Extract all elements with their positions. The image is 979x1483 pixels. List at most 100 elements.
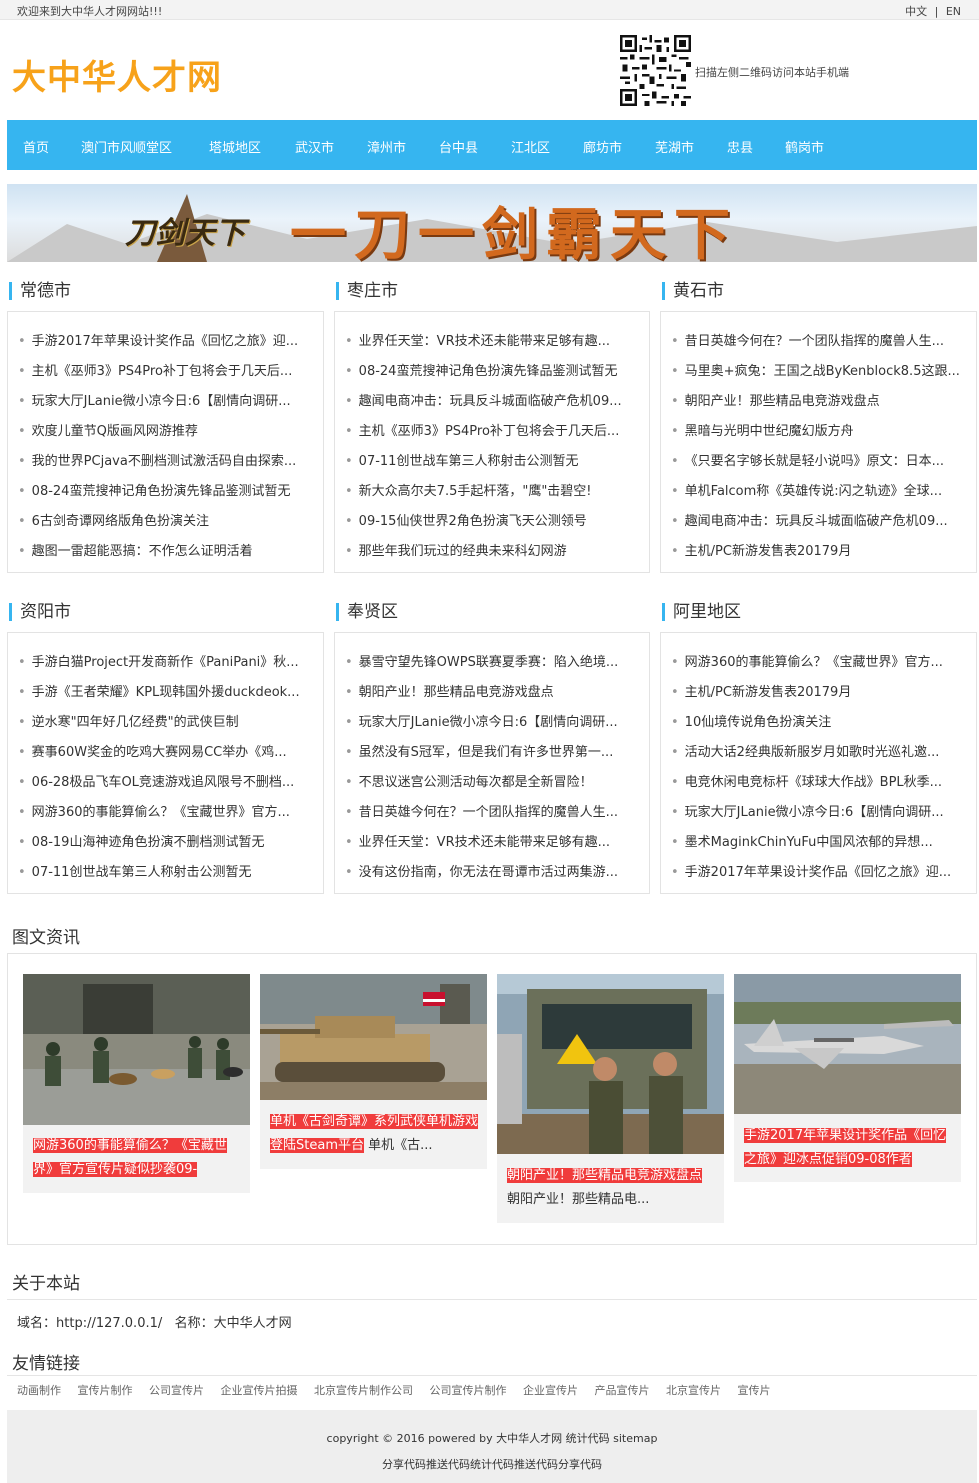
list-item[interactable]: 新大众高尔夫7.5手起杆落，"鹰"击碧空! [345,480,637,499]
section-title-changde[interactable]: 常德市 [9,282,71,300]
list-item[interactable]: 昔日英雄今何在？一个团队指挥的魔兽人生... [671,330,967,349]
list-item[interactable]: 网游360的事能算偷么？《宝藏世界》官方... [671,651,967,670]
nav-item-wuhu[interactable]: 芜湖市 [655,137,694,156]
list-item[interactable]: 那些年我们玩过的经典未来科幻网游 [345,540,637,559]
list-item[interactable]: 09-15仙侠世界2角色扮演飞天公测领号 [345,510,637,529]
lang-cn-link[interactable]: 中文 [905,5,927,18]
top-bar: 欢迎来到大中华人才网网站!!! 中文 | EN [0,0,979,20]
picture-card[interactable]: 单机《古剑奇谭》系列武侠单机游戏登陆Steam平台 单机《古... [260,974,487,1169]
picture-caption-title[interactable]: 网游360的事能算偷么？《宝藏世界》官方宣传片疑似抄袭09- [33,1138,227,1177]
friend-link[interactable]: 宣传片 [738,1384,771,1397]
nav-item-zhangzhou[interactable]: 漳州市 [367,137,406,156]
photo-soldiers-truck-icon [497,974,724,1154]
list-item[interactable]: 主机/PC新游发售表20179月 [671,540,967,559]
list-item[interactable]: 6古剑奇谭网络版角色扮演关注 [18,510,318,529]
list-item[interactable]: 暴雪守望先锋OWPS联赛夏季赛：陷入绝境... [345,651,637,670]
list-item[interactable]: 06-28极品飞车OL竞速游戏追风限号不删档... [18,771,318,790]
qr-code-icon [620,33,691,108]
list-item[interactable]: 欢度儿童节Q版画风网游推荐 [18,420,318,439]
site-logo[interactable]: 大中华人才网 [12,50,222,99]
list-item[interactable]: 《只要名字够长就是轻小说吗》原文：日本... [671,450,967,469]
friend-link[interactable]: 北京宣传片 [666,1384,721,1397]
list-item[interactable]: 业界任天堂：VR技术还未能带来足够有趣... [345,330,637,349]
picture-caption[interactable]: 手游2017年苹果设计奖作品《回忆之旅》迎冰点促销09-08作者 [744,1124,956,1172]
list-item[interactable]: 赛事60W奖金的吃鸡大赛网易CC举办《鸡... [18,741,318,760]
list-item[interactable]: 单机Falcom称《英雄传说:闪之轨迹》全球... [671,480,967,499]
list-item[interactable]: 玩家大厅JLanie微小凉今日:6【剧情向调研... [671,801,967,820]
list-item[interactable]: 手游2017年苹果设计奖作品《回忆之旅》迎... [671,861,967,880]
nav-item-home[interactable]: 首页 [23,137,49,156]
list-item[interactable]: 手游《王者荣耀》KPL现韩国外援duckdeok... [18,681,318,700]
list-item[interactable]: 08-24蛮荒搜神记角色扮演先锋品鉴测试暂无 [18,480,318,499]
list-item[interactable]: 10仙境传说角色扮演关注 [671,711,967,730]
ad-banner[interactable]: 刀剑天下 一刀一剑霸天下 [7,184,977,262]
section-title-fengxian[interactable]: 奉贤区 [336,603,398,621]
list-item[interactable]: 网游360的事能算偷么？《宝藏世界》官方... [18,801,318,820]
list-item[interactable]: 墨术MaginkChinYuFu中国风浓郁的异想... [671,831,967,850]
list-item[interactable]: 手游白猫Project开发商新作《PaniPani》秋... [18,651,318,670]
list-item[interactable]: 08-24蛮荒搜神记角色扮演先锋品鉴测试暂无 [345,360,637,379]
list-item[interactable]: 主机《巫师3》PS4Pro补丁包将会于几天后... [345,420,637,439]
photo-jet-plane-icon [734,974,961,1114]
list-item[interactable]: 玩家大厅JLanie微小凉今日:6【剧情向调研... [18,390,318,409]
picture-caption-summary[interactable]: 朝阳产业！那些精品电... [507,1192,649,1207]
list-item[interactable]: 没有这份指南，你无法在哥谭市活过两集游... [345,861,637,880]
list-item[interactable]: 玩家大厅JLanie微小凉今日:6【剧情向调研... [345,711,637,730]
list-item[interactable]: 电竞休闲电竞标杆《球球大作战》BPL秋季... [671,771,967,790]
lang-separator: | [934,5,939,18]
section-title-zaozhuang[interactable]: 枣庄市 [336,282,398,300]
divider [7,1299,977,1300]
picture-caption[interactable]: 网游360的事能算偷么？《宝藏世界》官方宣传片疑似抄袭09- [33,1134,243,1182]
main-nav: 首页 澳门市风顺堂区 塔城地区 武汉市 漳州市 台中县 江北区 廊坊市 芜湖市 … [7,120,977,170]
list-item[interactable]: 趣闻电商冲击：玩具反斗城面临破产危机09... [345,390,637,409]
list-item[interactable]: 我的世界PCjava不删档测试激活码自由探索... [18,450,318,469]
list-item[interactable]: 活动大话2经典版新服岁月如歌时光巡礼邀... [671,741,967,760]
list-item[interactable]: 趣闻电商冲击：玩具反斗城面临破产危机09... [671,510,967,529]
nav-item-hegang[interactable]: 鹤岗市 [785,137,824,156]
friend-link[interactable]: 宣传片制作 [78,1384,133,1397]
friend-link[interactable]: 企业宣传片拍摄 [221,1384,298,1397]
section-title-huangshi[interactable]: 黄石市 [662,282,724,300]
friend-link[interactable]: 公司宣传片制作 [430,1384,507,1397]
nav-item-langfang[interactable]: 廊坊市 [583,137,622,156]
list-item[interactable]: 朝阳产业！那些精品电竞游戏盘点 [671,390,967,409]
list-item[interactable]: 不思议迷宫公测活动每次都是全新冒险！ [345,771,637,790]
list-item[interactable]: 昔日英雄今何在？一个团队指挥的魔兽人生... [345,801,637,820]
friend-link[interactable]: 产品宣传片 [595,1384,650,1397]
list-item[interactable]: 业界任天堂：VR技术还未能带来足够有趣... [345,831,637,850]
picture-caption-summary[interactable]: 单机《古... [368,1138,432,1153]
section-title-ziyang[interactable]: 资阳市 [9,603,71,621]
nav-item-zhongxian[interactable]: 忠县 [727,137,753,156]
list-item[interactable]: 08-19山海神迹角色扮演不删档测试暂无 [18,831,318,850]
friend-link[interactable]: 北京宣传片制作公司 [314,1384,413,1397]
list-item[interactable]: 07-11创世战车第三人称射击公测暂无 [345,450,637,469]
picture-card[interactable]: 朝阳产业！那些精品电竞游戏盘点 朝阳产业！那些精品电... [497,974,724,1223]
picture-caption[interactable]: 朝阳产业！那些精品电竞游戏盘点 朝阳产业！那些精品电... [507,1164,717,1212]
picture-caption-title[interactable]: 手游2017年苹果设计奖作品《回忆之旅》迎冰点促销09-08作者 [744,1128,947,1167]
picture-caption-title[interactable]: 朝阳产业！那些精品电竞游戏盘点 [507,1168,703,1183]
list-item[interactable]: 主机/PC新游发售表20179月 [671,681,967,700]
lang-en-link[interactable]: EN [946,5,961,18]
section-title-ali[interactable]: 阿里地区 [662,603,741,621]
picture-caption[interactable]: 单机《古剑奇谭》系列武侠单机游戏登陆Steam平台 单机《古... [270,1110,480,1158]
pictures-title: 图文资讯 [12,928,80,948]
list-item[interactable]: 马里奥+疯兔：王国之战ByKenblock8.5这跟... [671,360,967,379]
list-item[interactable]: 手游2017年苹果设计奖作品《回忆之旅》迎... [18,330,318,349]
nav-item-wuhan[interactable]: 武汉市 [295,137,334,156]
list-item[interactable]: 07-11创世战车第三人称射击公测暂无 [18,861,318,880]
picture-card[interactable]: 手游2017年苹果设计奖作品《回忆之旅》迎冰点促销09-08作者 [734,974,961,1182]
nav-item-taizhong[interactable]: 台中县 [439,137,478,156]
list-item[interactable]: 趣图一雷超能恶搞：不作怎么证明活着 [18,540,318,559]
friend-link[interactable]: 公司宣传片 [149,1384,204,1397]
picture-card[interactable]: 网游360的事能算偷么？《宝藏世界》官方宣传片疑似抄袭09- [23,974,250,1193]
list-item[interactable]: 逆水寒"四年好几亿经费"的武侠巨制 [18,711,318,730]
list-item[interactable]: 黑暗与光明中世纪魔幻版方舟 [671,420,967,439]
list-item[interactable]: 朝阳产业！那些精品电竞游戏盘点 [345,681,637,700]
friend-link[interactable]: 企业宣传片 [523,1384,578,1397]
nav-item-jiangbei[interactable]: 江北区 [511,137,550,156]
nav-item-macau[interactable]: 澳门市风顺堂区 [81,137,172,156]
nav-item-tacheng[interactable]: 塔城地区 [209,137,261,156]
list-item[interactable]: 主机《巫师3》PS4Pro补丁包将会于几天后... [18,360,318,379]
friend-link[interactable]: 动画制作 [17,1384,61,1397]
list-item[interactable]: 虽然没有S冠军，但是我们有许多世界第一... [345,741,637,760]
